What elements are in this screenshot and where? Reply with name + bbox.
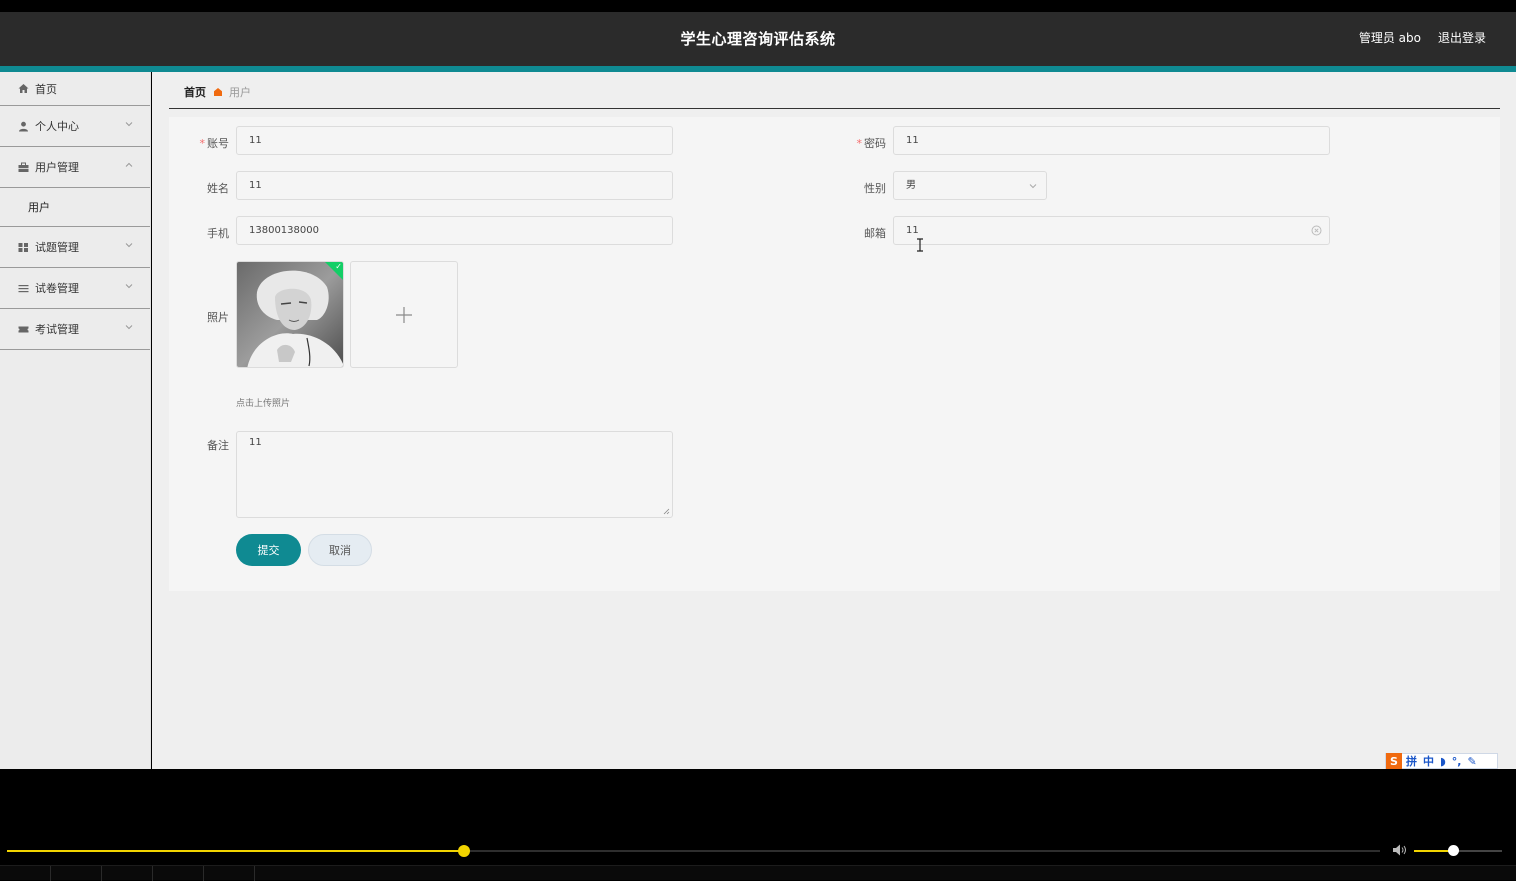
player-control-slot[interactable] (102, 866, 153, 881)
player-control-slot[interactable] (0, 866, 51, 881)
text-cursor-icon (917, 238, 923, 252)
ticket-icon (17, 323, 29, 335)
volume-track[interactable] (1414, 845, 1502, 856)
chevron-down-icon (1029, 184, 1037, 189)
required-marker: * (199, 137, 206, 150)
chevron-up-icon (125, 162, 133, 167)
account-label: * 账号 (199, 137, 230, 150)
ime-mode-pinyin[interactable]: 拼 (1406, 753, 1417, 769)
video-player-bar (0, 769, 1516, 881)
ime-toolbar[interactable]: S 拼 中 ◗ °, ✎ (1385, 753, 1498, 769)
progress-fill (7, 850, 464, 852)
ime-moon-icon[interactable]: ◗ (1440, 755, 1446, 768)
gender-select[interactable]: 男 (893, 171, 1047, 200)
cancel-button[interactable]: 取消 (308, 534, 372, 566)
photo-label: 照片 (207, 311, 229, 324)
remark-textarea[interactable]: 11 (236, 431, 673, 518)
player-controls (0, 865, 1516, 881)
sidebar-item-paper-management[interactable]: 试卷管理 (0, 268, 150, 309)
volume-fill (1414, 850, 1453, 852)
app-root: 学生心理咨询评估系统 管理员 abo 退出登录 首页 个人中心 用户管理 用户 … (0, 0, 1516, 881)
breadcrumb-current: 用户 (229, 86, 251, 99)
required-marker: * (856, 137, 863, 150)
chevron-down-icon (125, 284, 133, 289)
gender-select-value: 男 (906, 180, 916, 191)
phone-label: 手机 (207, 227, 229, 240)
chevron-down-icon (125, 243, 133, 248)
sidebar-item-home[interactable]: 首页 (0, 72, 150, 106)
ime-settings-icon[interactable]: ✎ (1467, 755, 1476, 768)
remark-label: 备注 (207, 439, 229, 452)
sidebar: 首页 个人中心 用户管理 用户 试题管理 试卷管理 考试管理 (0, 72, 151, 769)
sidebar-item-profile[interactable]: 个人中心 (0, 106, 150, 147)
resize-grip-icon[interactable] (663, 508, 670, 515)
name-input[interactable]: 11 (236, 171, 673, 200)
chevron-down-icon (125, 325, 133, 330)
progress-handle[interactable] (457, 845, 470, 857)
remark-textarea-value: 11 (249, 437, 262, 448)
sidebar-item-label: 用户管理 (35, 161, 79, 174)
briefcase-icon (17, 161, 29, 173)
upload-hint: 点击上传照片 (236, 399, 291, 409)
player-control-slot[interactable] (204, 866, 255, 881)
volume-handle[interactable] (1447, 845, 1459, 856)
chevron-down-icon (125, 122, 133, 127)
header-actions: 管理员 abo 退出登录 (1359, 29, 1486, 46)
clear-icon[interactable] (1311, 225, 1322, 236)
submit-button[interactable]: 提交 (236, 534, 301, 566)
sidebar-item-label: 试卷管理 (35, 282, 79, 295)
grid-icon (17, 241, 29, 253)
player-control-slot[interactable] (153, 866, 204, 881)
sidebar-subitem-user[interactable]: 用户 (0, 188, 150, 227)
current-user-label: 管理员 abo (1358, 31, 1421, 45)
user-form: * 账号 11 * 密码 11 姓名 11 性别 男 手机 13800138000 … (169, 117, 1500, 591)
sidebar-item-label: 首页 (35, 82, 57, 96)
main-content: 首页 用户 * 账号 11 * 密码 11 姓名 11 性别 男 手机 138001… (152, 72, 1516, 769)
progress-track[interactable] (7, 845, 1380, 857)
email-input-value: 11 (906, 225, 919, 236)
ime-mode-chinese[interactable]: 中 (1423, 753, 1434, 769)
account-input[interactable]: 11 (236, 126, 673, 155)
gender-label: 性别 (864, 182, 886, 195)
photo-upload-button[interactable] (350, 261, 458, 368)
sidebar-item-label: 试题管理 (35, 241, 79, 254)
ime-logo-icon: S (1386, 753, 1402, 769)
list-icon (17, 282, 29, 294)
photo-thumbnail[interactable]: ✓ (236, 261, 344, 368)
sidebar-item-label: 考试管理 (35, 323, 79, 336)
top-header: 学生心理咨询评估系统 管理员 abo 退出登录 (0, 12, 1516, 66)
plus-icon (396, 306, 412, 323)
breadcrumb-divider (169, 108, 1500, 109)
breadcrumb: 首页 用户 (184, 84, 251, 100)
ime-punctuation-icon[interactable]: °, (1452, 755, 1462, 768)
home-icon (17, 83, 29, 95)
sidebar-item-exam-management[interactable]: 考试管理 (0, 309, 150, 350)
password-input[interactable]: 11 (893, 126, 1330, 155)
sidebar-item-label: 个人中心 (35, 120, 79, 133)
volume-icon[interactable] (1392, 843, 1408, 857)
player-control-slot[interactable] (51, 866, 102, 881)
breadcrumb-home-icon (214, 88, 222, 96)
password-label: * 密码 (856, 137, 887, 150)
breadcrumb-home[interactable]: 首页 (184, 84, 206, 100)
email-input[interactable]: 11 (893, 216, 1330, 245)
logout-button[interactable]: 退出登录 (1438, 29, 1486, 46)
phone-input[interactable]: 13800138000 (236, 216, 673, 245)
user-icon (17, 120, 29, 132)
sidebar-item-question-management[interactable]: 试题管理 (0, 227, 150, 268)
app-title: 学生心理咨询评估系统 (680, 30, 836, 48)
name-label: 姓名 (207, 182, 229, 195)
check-icon: ✓ (335, 262, 342, 271)
sidebar-subitem-label: 用户 (28, 201, 50, 214)
sidebar-item-user-management[interactable]: 用户管理 (0, 147, 150, 188)
email-label: 邮箱 (864, 227, 886, 240)
